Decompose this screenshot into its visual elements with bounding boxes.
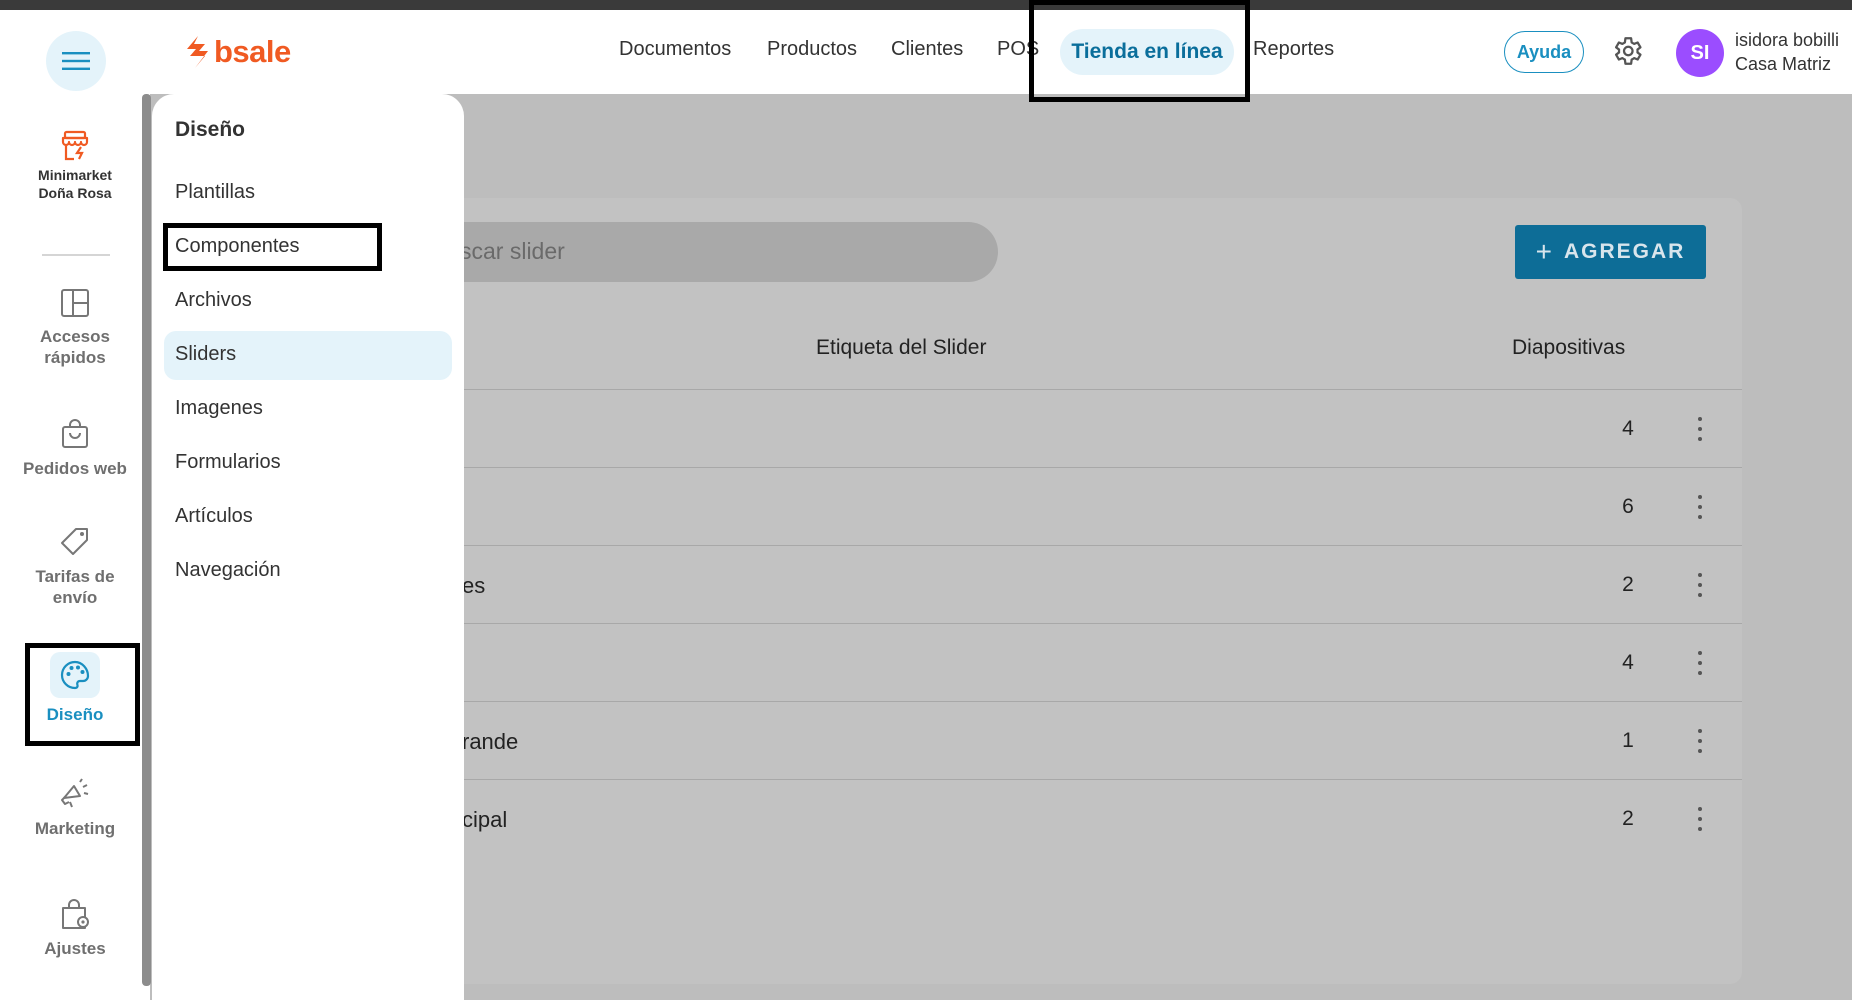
row-more-icon[interactable] <box>1690 413 1710 445</box>
submenu-item-sliders[interactable]: Sliders <box>175 343 236 366</box>
layout-icon <box>61 289 89 317</box>
table-divider <box>380 545 1742 546</box>
row-slides-count: 6 <box>1622 495 1634 518</box>
user-avatar[interactable]: SI <box>1676 29 1724 77</box>
sidebar-item-ajustes[interactable]: Ajustes <box>8 898 142 959</box>
sidebar-item-label: Tarifas de <box>35 567 115 586</box>
table-divider <box>380 389 1742 390</box>
nav-reportes[interactable]: Reportes <box>1253 38 1334 61</box>
help-button[interactable]: Ayuda <box>1504 31 1584 73</box>
nav-documentos[interactable]: Documentos <box>619 38 731 61</box>
row-slides-count: 2 <box>1622 807 1634 830</box>
sidebar-item-tarifas-de-envio[interactable]: Tarifas de envío <box>8 526 142 608</box>
sidebar-item-label: Accesos <box>40 327 110 346</box>
plus-icon: + <box>1535 236 1552 267</box>
user-name: isidora bobilli <box>1735 30 1840 50</box>
row-slides-count: 4 <box>1622 417 1634 440</box>
submenu-title: Diseño <box>175 118 246 141</box>
store-selector[interactable]: Minimarket Doña Rosa <box>8 130 142 202</box>
user-branch: Casa Matriz <box>1735 54 1832 74</box>
nav-productos[interactable]: Productos <box>767 38 857 61</box>
row-label: rande <box>462 729 519 754</box>
sidebar-item-label: Pedidos web <box>23 459 127 478</box>
row-label: cipal <box>462 807 508 832</box>
row-label: es <box>462 573 486 598</box>
table-divider <box>380 779 1742 780</box>
row-slides-count: 2 <box>1622 573 1634 596</box>
sidebar-item-label: Marketing <box>34 819 116 838</box>
sidebar-item-pedidos-web[interactable]: Pedidos web <box>8 418 142 479</box>
top-header: bsale Documentos Productos Clientes POS … <box>0 10 1852 94</box>
submenu-item-articulos[interactable]: Artículos <box>175 505 253 528</box>
store-name-line2: Doña Rosa <box>38 185 112 201</box>
row-more-icon[interactable] <box>1690 569 1710 601</box>
sidebar-scrollbar[interactable] <box>142 94 151 986</box>
submenu-item-archivos[interactable]: Archivos <box>175 289 252 312</box>
row-more-icon[interactable] <box>1690 725 1710 757</box>
settings-bag-icon <box>62 899 89 929</box>
add-button-label: AGREGAR <box>1564 240 1686 263</box>
add-slider-button[interactable]: + AGREGAR <box>1515 225 1706 279</box>
sidebar-item-label: Ajustes <box>44 939 106 958</box>
row-more-icon[interactable] <box>1690 803 1710 835</box>
search-placeholder: scar slider <box>460 238 565 264</box>
shopping-bag-icon <box>62 419 88 448</box>
highlight-box-diseno <box>25 643 140 746</box>
table-divider <box>380 701 1742 702</box>
column-header-label[interactable]: Etiqueta del Slider <box>816 336 986 360</box>
sidebar-item-label: envío <box>52 588 98 607</box>
sidebar-divider <box>42 254 110 256</box>
sidebar-item-label: rápidos <box>44 348 106 367</box>
table-divider <box>380 623 1742 624</box>
sliders-card <box>380 198 1742 984</box>
store-name-line1: Minimarket <box>38 167 112 183</box>
table-divider <box>380 467 1742 468</box>
submenu-item-plantillas[interactable]: Plantillas <box>175 181 255 204</box>
highlight-box-tienda <box>1029 0 1250 102</box>
row-slides-count: 1 <box>1622 729 1634 752</box>
megaphone-icon <box>61 778 89 808</box>
sidebar-item-marketing[interactable]: Marketing <box>8 776 142 839</box>
submenu-item-imagenes[interactable]: Imagenes <box>175 397 263 420</box>
highlight-box-componentes <box>163 223 382 271</box>
column-header-slides[interactable]: Diapositivas <box>1512 336 1625 360</box>
store-icon <box>61 130 89 161</box>
tag-icon <box>61 528 88 555</box>
row-more-icon[interactable] <box>1690 491 1710 523</box>
gear-icon[interactable] <box>1610 34 1644 68</box>
submenu-item-formularios[interactable]: Formularios <box>175 451 281 474</box>
window-top-strip <box>0 0 1852 10</box>
row-more-icon[interactable] <box>1690 647 1710 679</box>
submenu-item-navegacion[interactable]: Navegación <box>175 559 281 582</box>
nav-clientes[interactable]: Clientes <box>891 38 963 61</box>
sidebar-item-accesos-rapidos[interactable]: Accesos rápidos <box>8 288 142 368</box>
row-slides-count: 4 <box>1622 651 1634 674</box>
